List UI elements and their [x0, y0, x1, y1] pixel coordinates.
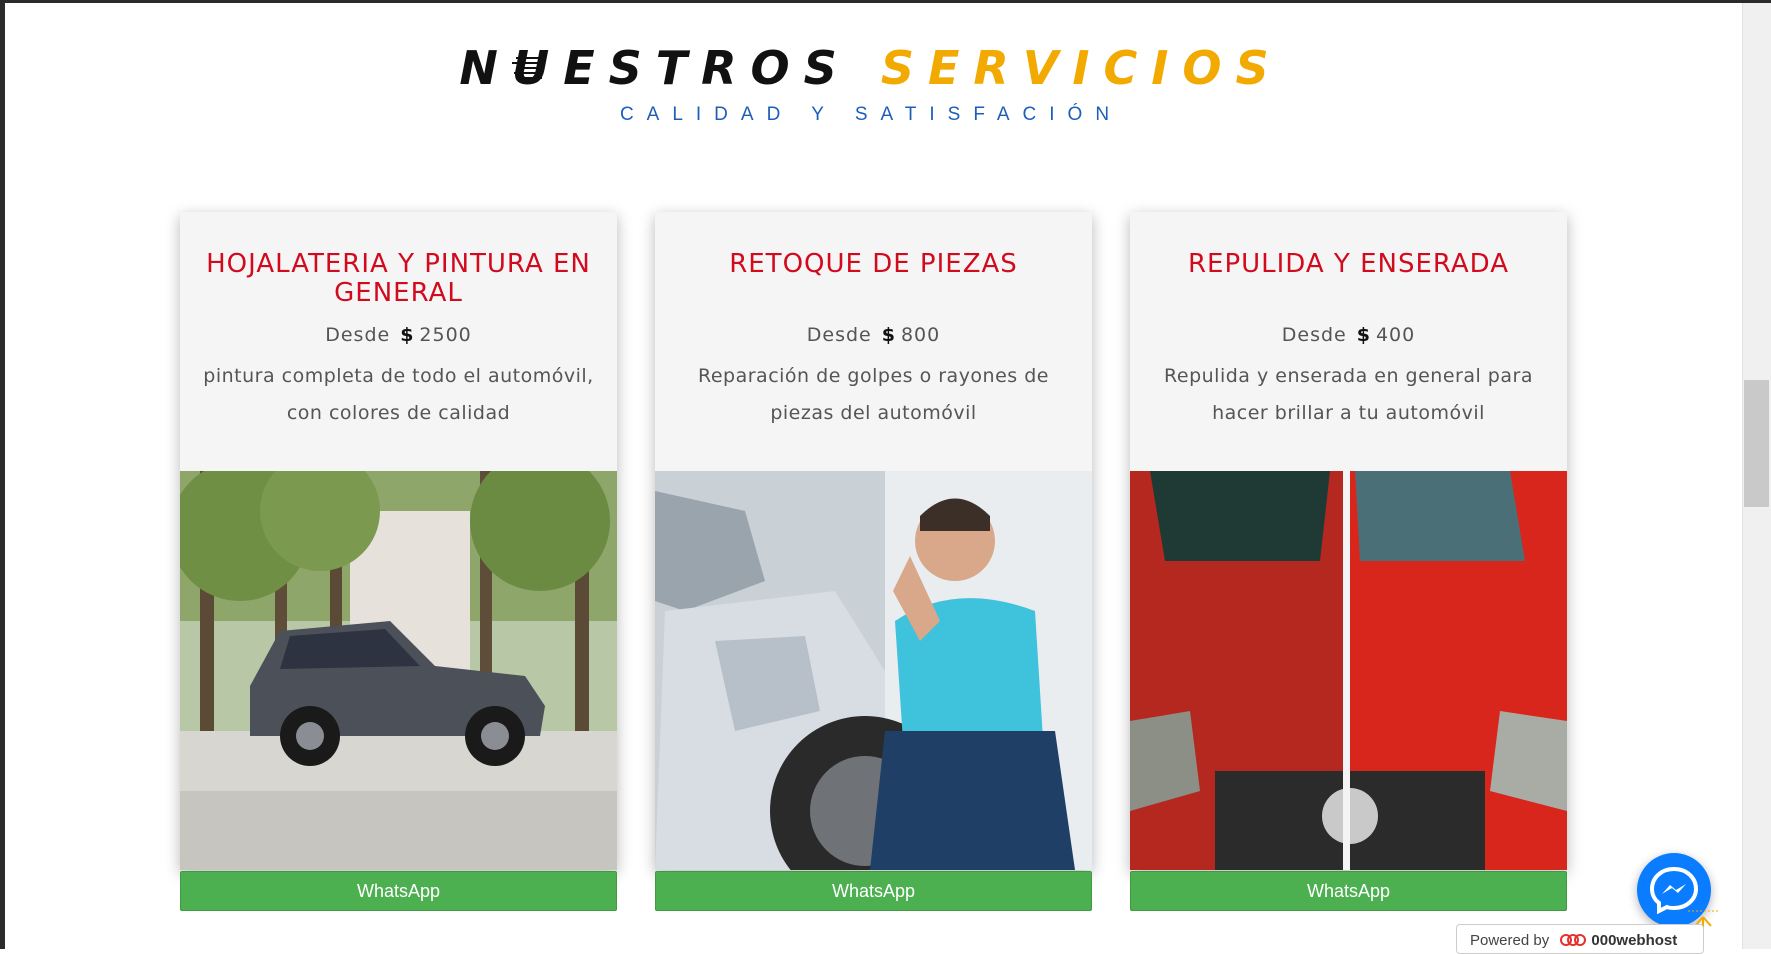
man-with-dented-car-image — [655, 471, 1092, 870]
service-price: Desde $2500 — [180, 324, 617, 346]
service-card-hojalateria: HOJALATERIA Y PINTURA EN GENERAL Desde $2… — [180, 212, 617, 870]
whatsapp-button-repulida[interactable]: WhatsApp — [1130, 871, 1567, 911]
service-card-repulida: REPULIDA Y ENSERADA Desde $400 Repulida y… — [1130, 212, 1567, 870]
whatsapp-button-hojalateria[interactable]: WhatsApp — [180, 871, 617, 911]
section-title-word-2: SERVICIOS — [880, 41, 1283, 95]
service-description: pintura completa de todo el automóvil, c… — [203, 365, 594, 424]
section-subtitle: CALIDAD Y SATISFACIÓN — [619, 104, 1123, 125]
service-price: Desde $800 — [655, 324, 1092, 346]
powered-by-badge[interactable]: Powered by 000webhost — [1456, 924, 1704, 954]
currency-symbol: $ — [1356, 324, 1371, 346]
section-title: NUESTROS SERVICIOS — [0, 38, 1742, 98]
powered-by-label: Powered by — [1470, 932, 1550, 949]
scrollbar-thumb[interactable] — [1744, 380, 1769, 507]
service-card-retoque: RETOQUE DE PIEZAS Desde $800 Reparación d… — [655, 212, 1092, 870]
webhost-name: 000webhost — [1591, 932, 1678, 949]
price-value: 400 — [1375, 324, 1416, 346]
price-prefix: Desde — [1281, 324, 1347, 346]
service-description: Repulida y enserada en general para hace… — [1164, 365, 1533, 424]
service-title: REPULIDA Y ENSERADA — [1187, 249, 1510, 279]
currency-symbol: $ — [400, 324, 415, 346]
service-description: Reparación de golpes o rayones de piezas… — [698, 365, 1049, 424]
window-left-border — [0, 0, 5, 949]
currency-symbol: $ — [881, 324, 896, 346]
service-title: RETOQUE DE PIEZAS — [729, 249, 1018, 279]
gray-sedan-image — [180, 471, 617, 870]
price-value: 2500 — [419, 324, 472, 346]
window-top-border — [0, 0, 1771, 3]
red-car-polish-image — [1130, 471, 1567, 870]
webhost-logo-icon — [1560, 934, 1587, 946]
price-value: 800 — [900, 324, 941, 346]
whatsapp-button-retoque[interactable]: WhatsApp — [655, 871, 1092, 911]
service-title: HOJALATERIA Y PINTURA EN GENERAL — [206, 249, 591, 308]
price-prefix: Desde — [806, 324, 872, 346]
section-title-word-1: NUESTROS — [459, 41, 851, 95]
price-prefix: Desde — [325, 324, 391, 346]
service-price: Desde $400 — [1130, 324, 1567, 346]
